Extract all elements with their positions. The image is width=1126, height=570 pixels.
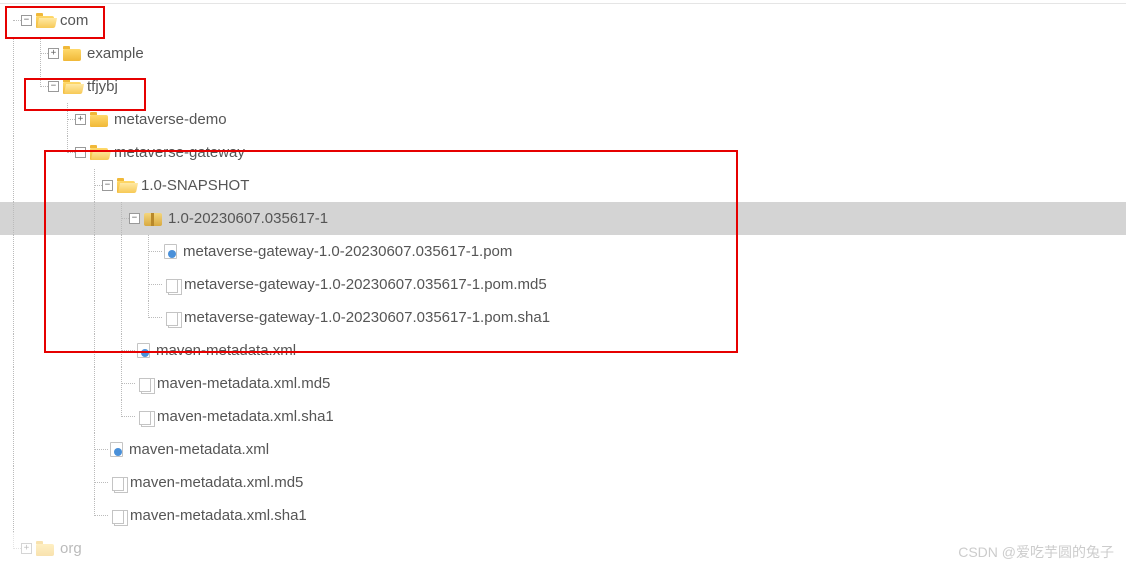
folder-label: org — [60, 540, 82, 557]
collapse-icon[interactable]: − — [21, 15, 32, 26]
watermark: CSDN @爱吃芋圆的兔子 — [958, 542, 1114, 562]
xml-file-icon — [110, 442, 123, 457]
collapse-icon[interactable]: − — [48, 81, 59, 92]
folder-closed-icon — [63, 49, 81, 61]
folder-metaverse-demo[interactable]: + metaverse-demo — [0, 103, 1126, 136]
file-icon — [139, 411, 151, 425]
folder-label: 1.0-SNAPSHOT — [141, 177, 249, 194]
file-pom-sha1[interactable]: metaverse-gateway-1.0-20230607.035617-1.… — [0, 301, 1126, 334]
folder-open-icon — [63, 82, 81, 94]
file-label: maven-metadata.xml.sha1 — [157, 408, 334, 425]
file-metadata-xml[interactable]: maven-metadata.xml — [0, 334, 1126, 367]
pom-file-icon — [164, 244, 177, 259]
file-label: metaverse-gateway-1.0-20230607.035617-1.… — [183, 243, 512, 260]
file-icon — [112, 510, 124, 524]
folder-label: tfjybj — [87, 78, 118, 95]
file-label: maven-metadata.xml.sha1 — [130, 507, 307, 524]
file-icon — [112, 477, 124, 491]
folder-com[interactable]: − com — [0, 4, 1126, 37]
file-label: maven-metadata.xml — [129, 441, 269, 458]
collapse-icon[interactable]: − — [102, 180, 113, 191]
xml-file-icon — [137, 343, 150, 358]
folder-label: metaverse-gateway — [114, 144, 245, 161]
expand-icon[interactable]: + — [75, 114, 86, 125]
folder-example[interactable]: + example — [0, 37, 1126, 70]
expand-icon[interactable]: + — [48, 48, 59, 59]
folder-closed-icon — [36, 544, 54, 556]
file-label: maven-metadata.xml — [156, 342, 296, 359]
expand-icon[interactable]: + — [21, 543, 32, 554]
file-metadata-sha1[interactable]: maven-metadata.xml.sha1 — [0, 400, 1126, 433]
file-metadata2-sha1[interactable]: maven-metadata.xml.sha1 — [0, 499, 1126, 532]
collapse-icon[interactable]: − — [75, 147, 86, 158]
folder-label: com — [60, 12, 88, 29]
folder-metaverse-gateway[interactable]: − metaverse-gateway — [0, 136, 1126, 169]
file-pom[interactable]: metaverse-gateway-1.0-20230607.035617-1.… — [0, 235, 1126, 268]
file-label: metaverse-gateway-1.0-20230607.035617-1.… — [184, 276, 547, 293]
folder-tfjybj[interactable]: − tfjybj — [0, 70, 1126, 103]
file-label: maven-metadata.xml.md5 — [157, 375, 330, 392]
folder-label: 1.0-20230607.035617-1 — [168, 210, 328, 227]
folder-build-selected[interactable]: − 1.0-20230607.035617-1 — [0, 202, 1126, 235]
file-label: maven-metadata.xml.md5 — [130, 474, 303, 491]
repository-tree: − com + example − tfjybj + metaverse-dem… — [0, 0, 1126, 569]
folder-label: example — [87, 45, 144, 62]
collapse-icon[interactable]: − — [129, 213, 140, 224]
file-label: metaverse-gateway-1.0-20230607.035617-1.… — [184, 309, 550, 326]
folder-open-icon — [117, 181, 135, 193]
folder-label: metaverse-demo — [114, 111, 227, 128]
file-metadata2-xml[interactable]: maven-metadata.xml — [0, 433, 1126, 466]
file-icon — [166, 312, 178, 326]
file-icon — [166, 279, 178, 293]
archive-icon — [144, 213, 162, 226]
folder-open-icon — [90, 148, 108, 160]
file-icon — [139, 378, 151, 392]
file-metadata2-md5[interactable]: maven-metadata.xml.md5 — [0, 466, 1126, 499]
file-pom-md5[interactable]: metaverse-gateway-1.0-20230607.035617-1.… — [0, 268, 1126, 301]
folder-org[interactable]: + org — [0, 532, 1126, 565]
file-metadata-md5[interactable]: maven-metadata.xml.md5 — [0, 367, 1126, 400]
folder-closed-icon — [90, 115, 108, 127]
folder-snapshot[interactable]: − 1.0-SNAPSHOT — [0, 169, 1126, 202]
folder-open-icon — [36, 16, 54, 28]
